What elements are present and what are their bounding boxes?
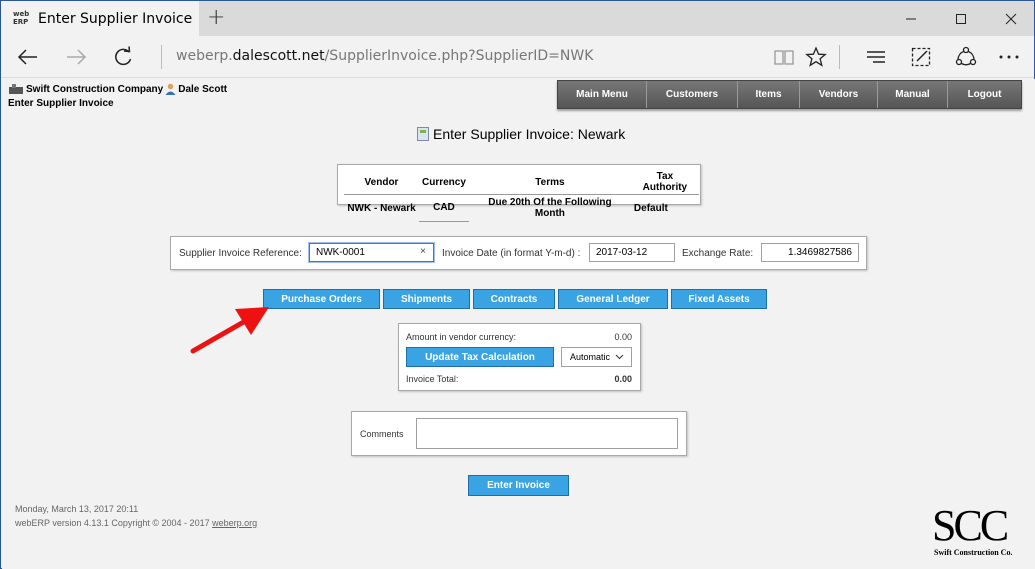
share-icon[interactable] <box>951 43 981 71</box>
url-domain: dalescott.net <box>232 48 325 64</box>
amount-panel: Amount in vendor currency: 0.00 Update T… <box>398 323 641 391</box>
page-content: Swift Construction Company Dale Scott En… <box>2 79 1035 569</box>
minimize-icon[interactable] <box>886 1 936 36</box>
back-arrow-icon[interactable] <box>13 43 43 71</box>
page-subtitle: Enter Supplier Invoice <box>8 98 114 109</box>
comments-label: Comments <box>360 429 404 439</box>
more-options-icon[interactable] <box>994 43 1024 71</box>
company-user-line: Swift Construction Company Dale Scott <box>8 83 227 95</box>
menu-customers[interactable]: Customers <box>647 81 738 108</box>
menu-manual[interactable]: Manual <box>878 81 948 108</box>
general-ledger-button[interactable]: General Ledger <box>558 289 668 309</box>
browser-window: web ERP Enter Supplier Invoice + weberp.d… <box>0 0 1035 569</box>
vendor-info-panel: Vendor Currency Terms Tax Authority NWK … <box>337 164 701 222</box>
forward-arrow-icon[interactable] <box>61 43 91 71</box>
user-icon <box>165 83 176 95</box>
comments-panel: Comments <box>351 411 687 456</box>
invoice-total-label: Invoice Total: <box>406 374 459 384</box>
tax-mode-select[interactable]: Automatic <box>561 347 632 367</box>
tax-authority-cell: Default <box>633 202 668 214</box>
invoice-reference-panel: Supplier Invoice Reference: NWK-0001 × I… <box>170 236 867 270</box>
supplier-invoice-reference-value: NWK-0001 <box>316 247 365 258</box>
main-menu-bar: Main Menu Customers Items Vendors Manual… <box>557 80 1022 109</box>
tab-title: Enter Supplier Invoice <box>38 11 193 27</box>
url-prefix: weberp. <box>176 48 233 64</box>
enter-invoice-button[interactable]: Enter Invoice <box>468 475 569 496</box>
supplier-invoice-reference-label: Supplier Invoice Reference: <box>179 248 302 259</box>
url-path: /SupplierInvoice.php?SupplierID=NWK <box>324 48 594 64</box>
company-icon <box>9 84 23 94</box>
version-text: webERP version 4.13.1 Copyright © 2004 -… <box>15 518 210 528</box>
chevron-down-icon <box>615 354 624 360</box>
invoice-date-input[interactable]: 2017-03-12 <box>589 243 675 262</box>
menu-vendors[interactable]: Vendors <box>800 81 878 108</box>
tax-mode-value: Automatic <box>570 352 611 362</box>
purchase-orders-button[interactable]: Purchase Orders <box>263 289 380 309</box>
comments-textarea[interactable] <box>416 418 678 449</box>
fixed-assets-button[interactable]: Fixed Assets <box>671 289 767 309</box>
footer-version: webERP version 4.13.1 Copyright © 2004 -… <box>15 518 257 528</box>
vendor-currency-amount-value: 0.00 <box>614 332 632 342</box>
exchange-rate-label: Exchange Rate: <box>682 248 754 259</box>
vendor-info-table: Vendor Currency Terms Tax Authority NWK … <box>344 170 699 222</box>
calculator-icon <box>417 127 429 141</box>
terms-cell: Due 20th Of the Following Month <box>488 197 612 219</box>
maximize-icon[interactable] <box>936 1 986 36</box>
invoice-total-value: 0.00 <box>614 374 632 384</box>
hub-icon[interactable] <box>861 43 891 71</box>
annotation-arrow-icon <box>190 307 269 354</box>
user-name[interactable]: Dale Scott <box>178 84 227 95</box>
clear-input-icon[interactable]: × <box>420 246 426 257</box>
vendor-cell: NWK - Newark <box>347 202 416 214</box>
menu-items[interactable]: Items <box>738 81 800 108</box>
currency-cell: CAD <box>419 194 469 222</box>
web-note-icon[interactable] <box>906 43 936 71</box>
reading-view-icon[interactable] <box>769 43 799 71</box>
toolbar-separator <box>839 45 840 69</box>
tax-authority-column-header: Tax Authority <box>630 170 699 195</box>
title-bar: web ERP Enter Supplier Invoice + <box>1 1 1034 36</box>
invoice-date-value: 2017-03-12 <box>596 247 648 258</box>
supplier-invoice-reference-input[interactable]: NWK-0001 × <box>309 243 434 262</box>
page-heading: Enter Supplier Invoice: Newark <box>417 126 625 142</box>
browser-tab[interactable]: web ERP Enter Supplier Invoice <box>1 1 199 36</box>
favorite-star-icon[interactable] <box>801 43 831 71</box>
update-tax-calculation-button[interactable]: Update Tax Calculation <box>406 347 554 367</box>
page-title: Enter Supplier Invoice: Newark <box>433 126 626 142</box>
url-field[interactable]: weberp.dalescott.net/SupplierInvoice.php… <box>176 48 593 64</box>
logo-subtitle: Swift Construction Co. <box>934 548 1013 557</box>
menu-logout[interactable]: Logout <box>948 81 1021 108</box>
menu-main-menu[interactable]: Main Menu <box>558 81 647 108</box>
vendor-currency-amount-label: Amount in vendor currency: <box>406 332 517 342</box>
exchange-rate-input[interactable]: 1.3469827586 <box>761 243 859 262</box>
terms-column-header: Terms <box>468 170 631 195</box>
currency-column-header: Currency <box>419 170 469 195</box>
close-icon[interactable] <box>986 1 1035 36</box>
footer-datetime: Monday, March 13, 2017 20:11 <box>15 504 139 514</box>
address-bar: weberp.dalescott.net/SupplierInvoice.php… <box>1 36 1034 78</box>
shipments-button[interactable]: Shipments <box>383 289 470 309</box>
table-row: NWK - Newark CAD Due 20th Of the Followi… <box>344 194 699 222</box>
weberp-link[interactable]: weberp.org <box>212 518 257 528</box>
vendor-column-header: Vendor <box>344 170 419 195</box>
company-name: Swift Construction Company <box>26 83 164 95</box>
action-button-row: Purchase Orders Shipments Contracts Gene… <box>263 289 767 309</box>
weberp-favicon-icon: web ERP <box>13 10 30 26</box>
logo-letters: SCC <box>932 501 1009 550</box>
exchange-rate-value: 1.3469827586 <box>788 247 852 258</box>
new-tab-plus-icon[interactable]: + <box>207 5 225 30</box>
address-separator <box>161 45 162 69</box>
company-logo: SCC Swift Construction Co. <box>930 503 1022 563</box>
contracts-button[interactable]: Contracts <box>473 289 555 309</box>
refresh-icon[interactable] <box>108 43 138 71</box>
invoice-date-label: Invoice Date (in format Y-m-d) : <box>442 248 581 259</box>
